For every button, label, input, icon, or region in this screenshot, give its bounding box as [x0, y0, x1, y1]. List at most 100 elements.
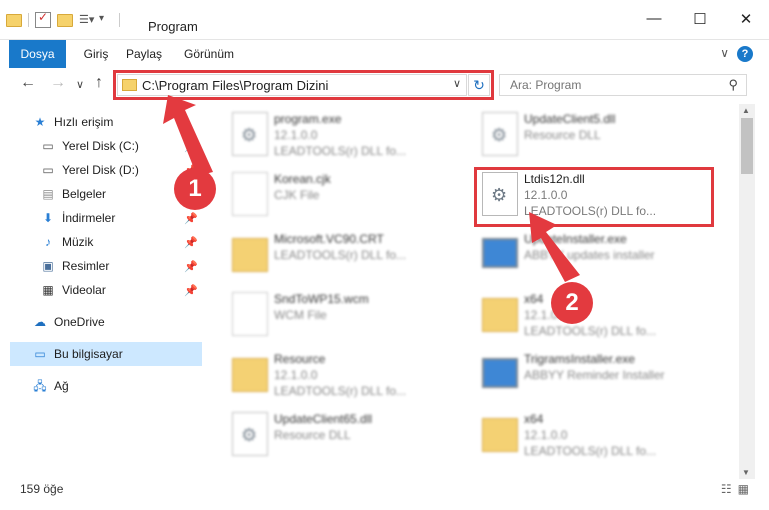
search-input[interactable] — [508, 77, 712, 93]
pin-icon[interactable]: 📌 — [184, 140, 198, 153]
vertical-scrollbar[interactable]: ▲ ▼ — [739, 104, 755, 479]
divider — [119, 13, 120, 27]
sidebar-item-label: Müzik — [62, 235, 94, 249]
file-name: x64 — [524, 292, 544, 306]
help-icon[interactable]: ? — [737, 46, 753, 62]
maximize-button[interactable]: ☐ — [677, 10, 723, 28]
file-detail: WCM File — [274, 308, 327, 322]
tab-view[interactable]: Görünüm — [180, 40, 238, 68]
pin-icon[interactable]: 📌 — [184, 260, 198, 273]
properties-icon[interactable] — [35, 10, 51, 28]
back-arrow-icon[interactable]: ← — [20, 74, 36, 92]
view-options-icon[interactable]: ☰▾ — [79, 13, 94, 27]
sidebar-item-label: OneDrive — [54, 315, 105, 329]
close-button[interactable]: ✕ — [723, 10, 769, 28]
file-detail: LEADTOOLS(r) DLL fo... — [274, 384, 407, 398]
sidebar-item-label: İndirmeler — [62, 211, 116, 225]
search-icon[interactable]: ⚲ — [728, 77, 738, 93]
ribbon: Dosya Giriş Paylaş Görünüm ∨ ? — [0, 40, 769, 98]
pin-icon[interactable]: 📌 — [184, 236, 198, 249]
sidebar-item-network[interactable]: 🖧 Ağ — [10, 374, 202, 398]
sidebar-item-onedrive[interactable]: ☁ OneDrive — [10, 310, 202, 334]
star-icon: ★ — [34, 115, 46, 129]
file-name: SndToWP15.wcm — [274, 292, 369, 306]
file-detail: LEADTOOLS(r) DLL fo... — [524, 444, 657, 458]
search-box[interactable]: ⚲ — [499, 74, 747, 96]
file-detail: ABBYY updates installer — [524, 248, 655, 262]
sidebar-item-music[interactable]: ♪ Müzik 📌 — [10, 230, 202, 254]
file-name: TrigramsInstaller.exe — [524, 352, 635, 366]
computer-icon: ▭ — [34, 347, 46, 361]
sidebar-item-quick-access[interactable]: ★ Hızlı erişim — [10, 110, 202, 134]
file-detail: LEADTOOLS(r) DLL fo... — [274, 248, 407, 262]
drive-icon: ▭ — [42, 163, 54, 177]
file-name: UpdateClient5.dll — [524, 112, 616, 126]
folder-icon[interactable] — [6, 13, 22, 27]
folder-icon — [232, 358, 268, 392]
file-name: x64 — [524, 412, 544, 426]
tab-share[interactable]: Paylaş — [122, 40, 166, 68]
pin-icon[interactable]: 📌 — [184, 284, 198, 297]
file-item[interactable]: Korean.cjk CJK File — [212, 166, 452, 224]
scroll-down-icon[interactable]: ▼ — [742, 468, 750, 477]
file-detail: LEADTOOLS(r) DLL fo... — [274, 144, 407, 158]
minimize-button[interactable]: — — [631, 10, 677, 28]
forward-arrow-icon[interactable]: → — [50, 74, 66, 92]
pin-icon[interactable]: 📌 — [184, 212, 198, 225]
cloud-icon: ☁ — [34, 315, 46, 329]
file-item[interactable]: UpdateClient65.dll Resource DLL — [212, 406, 452, 464]
folder-icon — [482, 418, 518, 452]
dll-file-icon — [482, 112, 518, 156]
sidebar-item-pictures[interactable]: ▣ Resimler 📌 — [10, 254, 202, 278]
file-name: program.exe — [274, 112, 342, 126]
file-item[interactable]: SndToWP15.wcm WCM File — [212, 286, 452, 344]
sidebar-item-label: Bu bilgisayar — [54, 347, 123, 361]
sidebar-item-this-pc[interactable]: ▭ Bu bilgisayar — [10, 342, 202, 366]
sidebar-item-label: Videolar — [62, 283, 106, 297]
document-file-icon — [232, 172, 268, 216]
scroll-up-icon[interactable]: ▲ — [742, 106, 750, 115]
sidebar-item-downloads[interactable]: ⬇ İndirmeler 📌 — [10, 206, 202, 230]
file-highlight-box — [474, 167, 714, 227]
file-name: Microsoft.VC90.CRT — [274, 232, 384, 246]
file-item[interactable]: x64 12.1.0.0 LEADTOOLS(r) DLL fo... — [462, 406, 702, 464]
new-folder-icon[interactable] — [57, 13, 73, 27]
file-item[interactable]: program.exe 12.1.0.0 LEADTOOLS(r) DLL fo… — [212, 106, 452, 164]
file-item[interactable]: UpdateClient5.dll Resource DLL — [462, 106, 702, 164]
item-count: 159 öğe — [20, 482, 64, 496]
file-detail: ABBYY Reminder Installer — [524, 368, 665, 382]
download-icon: ⬇ — [42, 211, 54, 225]
file-detail: Resource DLL — [274, 428, 351, 442]
documents-icon: ▤ — [42, 187, 54, 201]
file-detail: 12.1.0.0 — [274, 128, 318, 142]
status-bar: 159 öğe ☷ ▦ — [0, 479, 769, 510]
file-item[interactable]: UpdateInstaller.exe ABBYY updates instal… — [462, 226, 702, 284]
pictures-icon: ▣ — [42, 259, 54, 273]
sidebar-item-label: Resimler — [62, 259, 110, 273]
large-icons-view-icon[interactable]: ▦ — [738, 482, 749, 496]
customize-toolbar-icon[interactable]: ▾ — [99, 13, 113, 27]
window-title: Program — [148, 19, 198, 34]
chevron-down-icon[interactable]: ∨ — [720, 46, 729, 60]
file-detail: Resource DLL — [524, 128, 601, 142]
title-bar: ☰▾ ▾ Program — ☐ ✕ — [0, 0, 769, 40]
file-detail: LEADTOOLS(r) DLL fo... — [524, 324, 657, 338]
navigation-pane: ★ Hızlı erişim ▭ Yerel Disk (C:) 📌 ▭ Yer… — [0, 104, 210, 479]
details-view-icon[interactable]: ☷ — [721, 482, 732, 496]
callout-badge: 2 — [551, 282, 593, 324]
up-arrow-icon[interactable]: ↑ — [95, 74, 103, 92]
file-item[interactable]: Microsoft.VC90.CRT LEADTOOLS(r) DLL fo..… — [212, 226, 452, 284]
sidebar-item-disk-d[interactable]: ▭ Yerel Disk (D:) 📌 — [10, 158, 202, 182]
exe-file-icon — [482, 358, 518, 388]
scrollbar-thumb[interactable] — [741, 118, 753, 174]
file-name: UpdateInstaller.exe — [524, 232, 627, 246]
sidebar-item-disk-c[interactable]: ▭ Yerel Disk (C:) 📌 — [10, 134, 202, 158]
drive-icon: ▭ — [42, 139, 54, 153]
tab-home[interactable]: Giriş — [74, 40, 118, 68]
sidebar-item-label: Yerel Disk (D:) — [62, 163, 139, 177]
recent-chevron-icon[interactable]: ∨ — [76, 78, 84, 91]
sidebar-item-videos[interactable]: ▦ Videolar 📌 — [10, 278, 202, 302]
file-item[interactable]: Resource 12.1.0.0 LEADTOOLS(r) DLL fo... — [212, 346, 452, 404]
file-item[interactable]: TrigramsInstaller.exe ABBYY Reminder Ins… — [462, 346, 702, 404]
file-name: UpdateClient65.dll — [274, 412, 373, 426]
